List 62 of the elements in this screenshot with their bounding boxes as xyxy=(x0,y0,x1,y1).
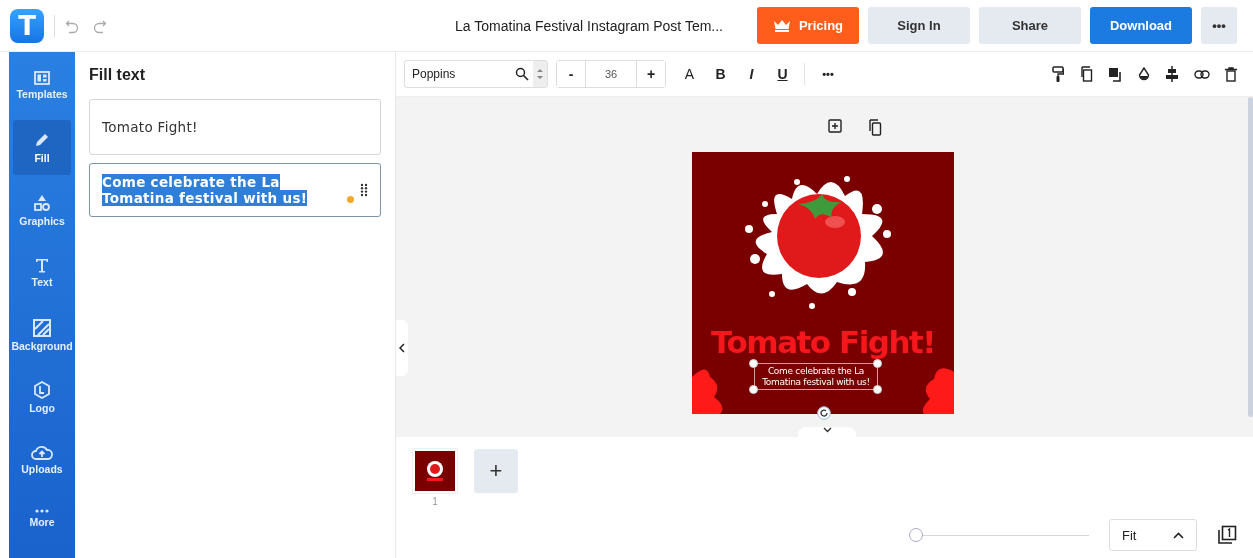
sidebar-item[interactable]: Background xyxy=(13,307,71,363)
panel-title: Fill text xyxy=(89,66,146,84)
cloud-upload-icon xyxy=(31,444,53,461)
dots-icon xyxy=(35,508,49,513)
collapse-panel-button[interactable] xyxy=(396,320,408,376)
sidebar-item[interactable]: Fill xyxy=(13,120,71,176)
page-number: 1 xyxy=(432,496,438,507)
font-select[interactable]: Poppins xyxy=(404,60,548,88)
paint-roller-icon[interactable] xyxy=(1052,65,1064,83)
stepper-icon[interactable] xyxy=(536,67,544,81)
page-thumbnail[interactable] xyxy=(413,449,457,493)
text-field[interactable]: Come celebrate the La Tomatina festival with us! xyxy=(89,163,381,217)
drop-icon[interactable] xyxy=(1138,66,1150,82)
sidebar-item[interactable]: Uploads xyxy=(13,432,71,488)
collapse-pages-button[interactable] xyxy=(798,427,856,437)
resize-handle[interactable] xyxy=(749,385,758,394)
header-button[interactable]: Share xyxy=(979,7,1081,44)
shapes-icon xyxy=(33,193,51,212)
copy-icon[interactable] xyxy=(1079,66,1093,82)
text-field[interactable]: Tomato Fight! xyxy=(89,99,381,155)
resize-handle[interactable] xyxy=(873,359,882,368)
link-icon[interactable] xyxy=(1194,69,1210,79)
text-t-icon xyxy=(34,257,50,274)
document-title[interactable]: La Tomatina Festival Instagram Post Tem... xyxy=(455,17,723,34)
text-case-button[interactable]: A xyxy=(674,66,705,82)
rotate-handle-icon[interactable] xyxy=(817,406,831,420)
hexagon-l-icon xyxy=(33,381,51,399)
zoom-select[interactable]: Fit xyxy=(1109,519,1197,551)
status-dot xyxy=(347,196,354,203)
pages-icon[interactable] xyxy=(1217,525,1237,545)
search-icon xyxy=(515,67,529,81)
scrollbar[interactable] xyxy=(1248,97,1253,417)
resize-handle[interactable] xyxy=(749,359,758,368)
resize-handle[interactable] xyxy=(873,385,882,394)
chevron-down-icon xyxy=(822,427,832,433)
header-button[interactable]: Sign In xyxy=(868,7,970,44)
zoom-slider-thumb[interactable] xyxy=(909,528,923,542)
design-slide[interactable]: Tomato Fight! Come celebrate the La Tomatina festival with us! xyxy=(692,152,954,414)
align-center-icon[interactable] xyxy=(1165,66,1179,82)
duplicate-page-icon[interactable] xyxy=(867,119,882,136)
sidebar-item[interactable]: Text xyxy=(13,245,71,301)
bold-button[interactable]: B xyxy=(705,66,736,82)
more-button[interactable]: ••• xyxy=(1201,7,1237,44)
add-page-icon[interactable] xyxy=(827,119,842,133)
hatched-square-icon xyxy=(33,318,51,337)
sidebar-item[interactable]: Graphics xyxy=(13,182,71,238)
drag-handle-icon[interactable] xyxy=(360,183,368,197)
thumbnail-drawing xyxy=(424,460,446,482)
italic-button[interactable]: I xyxy=(736,66,767,82)
layer-icon[interactable] xyxy=(1108,66,1123,82)
chevron-left-icon xyxy=(399,343,405,353)
sidebar-item[interactable]: Templates xyxy=(13,58,71,113)
trash-icon[interactable] xyxy=(1225,66,1237,82)
sidebar-item[interactable]: Logo xyxy=(13,370,71,425)
more-options-button[interactable]: ••• xyxy=(811,67,845,81)
download-button[interactable]: Download xyxy=(1090,7,1192,44)
crown-icon xyxy=(772,19,791,32)
sidebar-item[interactable]: More xyxy=(13,494,71,551)
chevron-up-icon xyxy=(1173,531,1184,539)
underline-button[interactable]: U xyxy=(767,66,798,82)
add-page-button[interactable]: + xyxy=(474,449,518,493)
layout-icon xyxy=(34,70,50,85)
